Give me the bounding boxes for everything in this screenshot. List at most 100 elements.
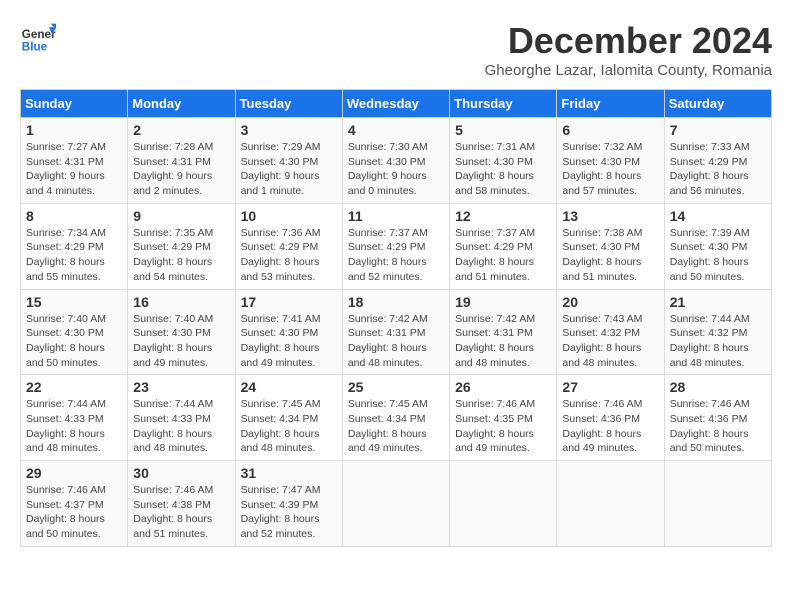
day-number: 24 xyxy=(241,379,337,395)
day-number: 19 xyxy=(455,294,551,310)
day-info: Sunrise: 7:27 AM Sunset: 4:31 PM Dayligh… xyxy=(26,140,122,199)
day-info: Sunrise: 7:34 AM Sunset: 4:29 PM Dayligh… xyxy=(26,226,122,285)
table-row: 7 Sunrise: 7:33 AM Sunset: 4:29 PM Dayli… xyxy=(664,118,771,204)
day-info: Sunrise: 7:31 AM Sunset: 4:30 PM Dayligh… xyxy=(455,140,551,199)
table-row xyxy=(342,461,449,547)
day-info: Sunrise: 7:37 AM Sunset: 4:29 PM Dayligh… xyxy=(455,226,551,285)
header-row: Sunday Monday Tuesday Wednesday Thursday… xyxy=(21,90,772,118)
table-row: 22 Sunrise: 7:44 AM Sunset: 4:33 PM Dayl… xyxy=(21,375,128,461)
table-row: 13 Sunrise: 7:38 AM Sunset: 4:30 PM Dayl… xyxy=(557,203,664,289)
day-number: 12 xyxy=(455,208,551,224)
title-block: December 2024 Gheorghe Lazar, Ialomita C… xyxy=(485,20,772,79)
day-info: Sunrise: 7:39 AM Sunset: 4:30 PM Dayligh… xyxy=(670,226,766,285)
day-number: 3 xyxy=(241,122,337,138)
table-row: 25 Sunrise: 7:45 AM Sunset: 4:34 PM Dayl… xyxy=(342,375,449,461)
day-info: Sunrise: 7:35 AM Sunset: 4:29 PM Dayligh… xyxy=(133,226,229,285)
month-title: December 2024 xyxy=(485,20,772,62)
day-number: 17 xyxy=(241,294,337,310)
day-info: Sunrise: 7:33 AM Sunset: 4:29 PM Dayligh… xyxy=(670,140,766,199)
day-number: 16 xyxy=(133,294,229,310)
day-number: 26 xyxy=(455,379,551,395)
day-number: 22 xyxy=(26,379,122,395)
table-row xyxy=(450,461,557,547)
day-info: Sunrise: 7:44 AM Sunset: 4:32 PM Dayligh… xyxy=(670,312,766,371)
day-info: Sunrise: 7:30 AM Sunset: 4:30 PM Dayligh… xyxy=(348,140,444,199)
day-info: Sunrise: 7:32 AM Sunset: 4:30 PM Dayligh… xyxy=(562,140,658,199)
page-header: General Blue December 2024 Gheorghe Laza… xyxy=(20,20,772,79)
day-number: 9 xyxy=(133,208,229,224)
day-number: 25 xyxy=(348,379,444,395)
table-row: 14 Sunrise: 7:39 AM Sunset: 4:30 PM Dayl… xyxy=(664,203,771,289)
table-row: 27 Sunrise: 7:46 AM Sunset: 4:36 PM Dayl… xyxy=(557,375,664,461)
table-row: 8 Sunrise: 7:34 AM Sunset: 4:29 PM Dayli… xyxy=(21,203,128,289)
day-info: Sunrise: 7:44 AM Sunset: 4:33 PM Dayligh… xyxy=(26,397,122,456)
table-row: 6 Sunrise: 7:32 AM Sunset: 4:30 PM Dayli… xyxy=(557,118,664,204)
day-info: Sunrise: 7:38 AM Sunset: 4:30 PM Dayligh… xyxy=(562,226,658,285)
table-row: 21 Sunrise: 7:44 AM Sunset: 4:32 PM Dayl… xyxy=(664,289,771,375)
day-info: Sunrise: 7:42 AM Sunset: 4:31 PM Dayligh… xyxy=(455,312,551,371)
day-number: 7 xyxy=(670,122,766,138)
col-tuesday: Tuesday xyxy=(235,90,342,118)
day-number: 2 xyxy=(133,122,229,138)
day-info: Sunrise: 7:37 AM Sunset: 4:29 PM Dayligh… xyxy=(348,226,444,285)
logo: General Blue xyxy=(20,20,56,56)
day-info: Sunrise: 7:45 AM Sunset: 4:34 PM Dayligh… xyxy=(348,397,444,456)
day-info: Sunrise: 7:46 AM Sunset: 4:35 PM Dayligh… xyxy=(455,397,551,456)
col-monday: Monday xyxy=(128,90,235,118)
day-number: 6 xyxy=(562,122,658,138)
day-number: 1 xyxy=(26,122,122,138)
day-info: Sunrise: 7:46 AM Sunset: 4:36 PM Dayligh… xyxy=(670,397,766,456)
day-number: 11 xyxy=(348,208,444,224)
day-number: 13 xyxy=(562,208,658,224)
day-info: Sunrise: 7:40 AM Sunset: 4:30 PM Dayligh… xyxy=(26,312,122,371)
day-info: Sunrise: 7:44 AM Sunset: 4:33 PM Dayligh… xyxy=(133,397,229,456)
day-number: 28 xyxy=(670,379,766,395)
table-row xyxy=(664,461,771,547)
table-row: 31 Sunrise: 7:47 AM Sunset: 4:39 PM Dayl… xyxy=(235,461,342,547)
table-row xyxy=(557,461,664,547)
day-info: Sunrise: 7:41 AM Sunset: 4:30 PM Dayligh… xyxy=(241,312,337,371)
day-info: Sunrise: 7:43 AM Sunset: 4:32 PM Dayligh… xyxy=(562,312,658,371)
day-number: 21 xyxy=(670,294,766,310)
location: Gheorghe Lazar, Ialomita County, Romania xyxy=(485,62,772,79)
logo-icon: General Blue xyxy=(20,20,56,56)
table-row: 15 Sunrise: 7:40 AM Sunset: 4:30 PM Dayl… xyxy=(21,289,128,375)
day-number: 8 xyxy=(26,208,122,224)
table-row: 30 Sunrise: 7:46 AM Sunset: 4:38 PM Dayl… xyxy=(128,461,235,547)
col-saturday: Saturday xyxy=(664,90,771,118)
day-number: 20 xyxy=(562,294,658,310)
day-number: 27 xyxy=(562,379,658,395)
table-row: 1 Sunrise: 7:27 AM Sunset: 4:31 PM Dayli… xyxy=(21,118,128,204)
table-row: 12 Sunrise: 7:37 AM Sunset: 4:29 PM Dayl… xyxy=(450,203,557,289)
table-row: 29 Sunrise: 7:46 AM Sunset: 4:37 PM Dayl… xyxy=(21,461,128,547)
day-info: Sunrise: 7:36 AM Sunset: 4:29 PM Dayligh… xyxy=(241,226,337,285)
day-number: 30 xyxy=(133,465,229,481)
svg-text:Blue: Blue xyxy=(22,41,48,54)
day-number: 18 xyxy=(348,294,444,310)
day-number: 29 xyxy=(26,465,122,481)
day-info: Sunrise: 7:29 AM Sunset: 4:30 PM Dayligh… xyxy=(241,140,337,199)
table-row: 9 Sunrise: 7:35 AM Sunset: 4:29 PM Dayli… xyxy=(128,203,235,289)
col-friday: Friday xyxy=(557,90,664,118)
calendar-table: Sunday Monday Tuesday Wednesday Thursday… xyxy=(20,89,772,547)
day-info: Sunrise: 7:40 AM Sunset: 4:30 PM Dayligh… xyxy=(133,312,229,371)
table-row: 19 Sunrise: 7:42 AM Sunset: 4:31 PM Dayl… xyxy=(450,289,557,375)
table-row: 18 Sunrise: 7:42 AM Sunset: 4:31 PM Dayl… xyxy=(342,289,449,375)
day-number: 31 xyxy=(241,465,337,481)
table-row: 24 Sunrise: 7:45 AM Sunset: 4:34 PM Dayl… xyxy=(235,375,342,461)
day-info: Sunrise: 7:42 AM Sunset: 4:31 PM Dayligh… xyxy=(348,312,444,371)
table-row: 20 Sunrise: 7:43 AM Sunset: 4:32 PM Dayl… xyxy=(557,289,664,375)
day-number: 10 xyxy=(241,208,337,224)
col-thursday: Thursday xyxy=(450,90,557,118)
day-number: 5 xyxy=(455,122,551,138)
col-sunday: Sunday xyxy=(21,90,128,118)
day-info: Sunrise: 7:28 AM Sunset: 4:31 PM Dayligh… xyxy=(133,140,229,199)
table-row: 11 Sunrise: 7:37 AM Sunset: 4:29 PM Dayl… xyxy=(342,203,449,289)
table-row: 16 Sunrise: 7:40 AM Sunset: 4:30 PM Dayl… xyxy=(128,289,235,375)
day-info: Sunrise: 7:45 AM Sunset: 4:34 PM Dayligh… xyxy=(241,397,337,456)
day-number: 23 xyxy=(133,379,229,395)
table-row: 26 Sunrise: 7:46 AM Sunset: 4:35 PM Dayl… xyxy=(450,375,557,461)
table-row: 17 Sunrise: 7:41 AM Sunset: 4:30 PM Dayl… xyxy=(235,289,342,375)
day-info: Sunrise: 7:46 AM Sunset: 4:37 PM Dayligh… xyxy=(26,483,122,542)
table-row: 2 Sunrise: 7:28 AM Sunset: 4:31 PM Dayli… xyxy=(128,118,235,204)
